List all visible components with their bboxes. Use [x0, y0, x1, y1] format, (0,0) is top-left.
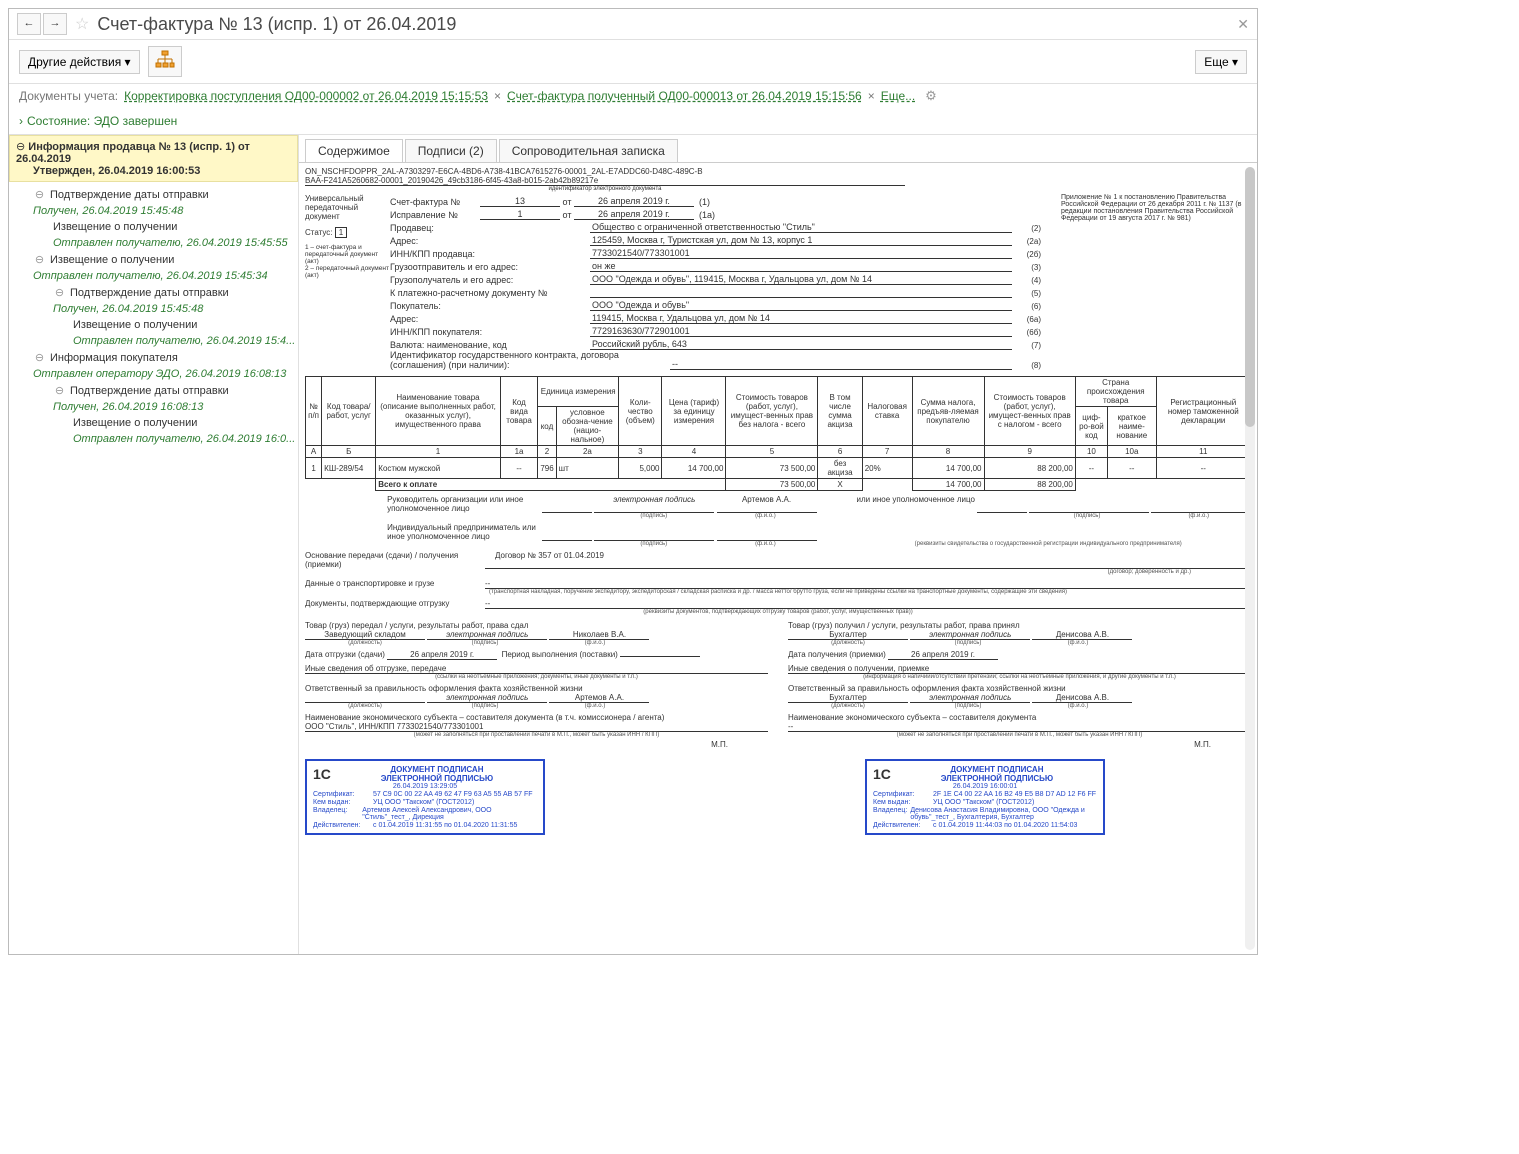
close-icon[interactable]: ✕ [1237, 16, 1249, 33]
gear-icon[interactable]: ⚙ [925, 88, 937, 104]
tree-node[interactable]: ⊖Подтверждение даты отправки [11, 186, 296, 203]
tree-node[interactable]: Отправлен получателю, 26.04.2019 16:0... [11, 431, 296, 447]
link-correction[interactable]: Корректировка поступления ОД00-000002 от… [124, 89, 488, 103]
tree-node[interactable]: Отправлен получателю, 26.04.2019 15:4... [11, 333, 296, 349]
tree-node[interactable]: ⊖Информация покупателя [11, 349, 296, 366]
tree-node[interactable]: Отправлен оператору ЭДО, 26.04.2019 16:0… [11, 366, 296, 382]
structure-button[interactable] [148, 46, 182, 77]
chevron-right-icon[interactable]: › [19, 114, 23, 128]
link-invoice-received[interactable]: Счет-фактура полученный ОД00-000013 от 2… [507, 89, 862, 103]
tree-node[interactable]: Извещение о получении [11, 317, 296, 333]
tree-node[interactable]: ⊖Подтверждение даты отправки [11, 382, 296, 399]
tree-node[interactable]: Получен, 26.04.2019 16:08:13 [11, 399, 296, 415]
tab-note[interactable]: Сопроводительная записка [499, 139, 678, 162]
docs-label: Документы учета: [19, 89, 118, 103]
signature-stamp-2: 1CДОКУМЕНТ ПОДПИСАН ЭЛЕКТРОННОЙ ПОДПИСЬЮ… [865, 759, 1105, 835]
other-actions-button[interactable]: Другие действия ▾ [19, 50, 140, 74]
table-row: 1КШ-289/54Костюм мужской --796шт 5,00014… [306, 458, 1251, 479]
state-value: ЭДО завершен [94, 114, 178, 128]
tab-content[interactable]: Содержимое [305, 139, 403, 162]
hierarchy-icon [155, 50, 175, 70]
tree-node[interactable]: Извещение о получении [11, 415, 296, 431]
tree-node[interactable]: Извещение о получении [11, 219, 296, 235]
tree-node[interactable]: Отправлен получателю, 26.04.2019 15:45:5… [11, 235, 296, 251]
tree-node[interactable]: Получен, 26.04.2019 15:45:48 [11, 203, 296, 219]
signature-stamp-1: 1CДОКУМЕНТ ПОДПИСАН ЭЛЕКТРОННОЙ ПОДПИСЬЮ… [305, 759, 545, 835]
tree-node[interactable]: ⊖Подтверждение даты отправки [11, 284, 296, 301]
tree-node[interactable]: Отправлен получателю, 26.04.2019 15:45:3… [11, 268, 296, 284]
link-more[interactable]: Еще... [881, 89, 915, 103]
favorite-star-icon[interactable]: ☆ [75, 14, 89, 34]
goods-table: № п/пКод товара/ работ, услуг Наименован… [305, 376, 1251, 491]
nav-forward-button[interactable]: → [43, 13, 67, 35]
tree-node[interactable]: Получен, 26.04.2019 15:45:48 [11, 301, 296, 317]
tab-signatures[interactable]: Подписи (2) [405, 139, 497, 162]
more-button[interactable]: Еще ▾ [1195, 50, 1247, 74]
scrollbar[interactable] [1245, 167, 1255, 950]
nav-back-button[interactable]: ← [17, 13, 41, 35]
tree-node[interactable]: ⊖Извещение о получении [11, 251, 296, 268]
window-title: Счет-фактура № 13 (испр. 1) от 26.04.201… [97, 14, 1237, 35]
sidebar-tree[interactable]: ⊖ Информация продавца № 13 (испр. 1) от … [9, 135, 299, 954]
